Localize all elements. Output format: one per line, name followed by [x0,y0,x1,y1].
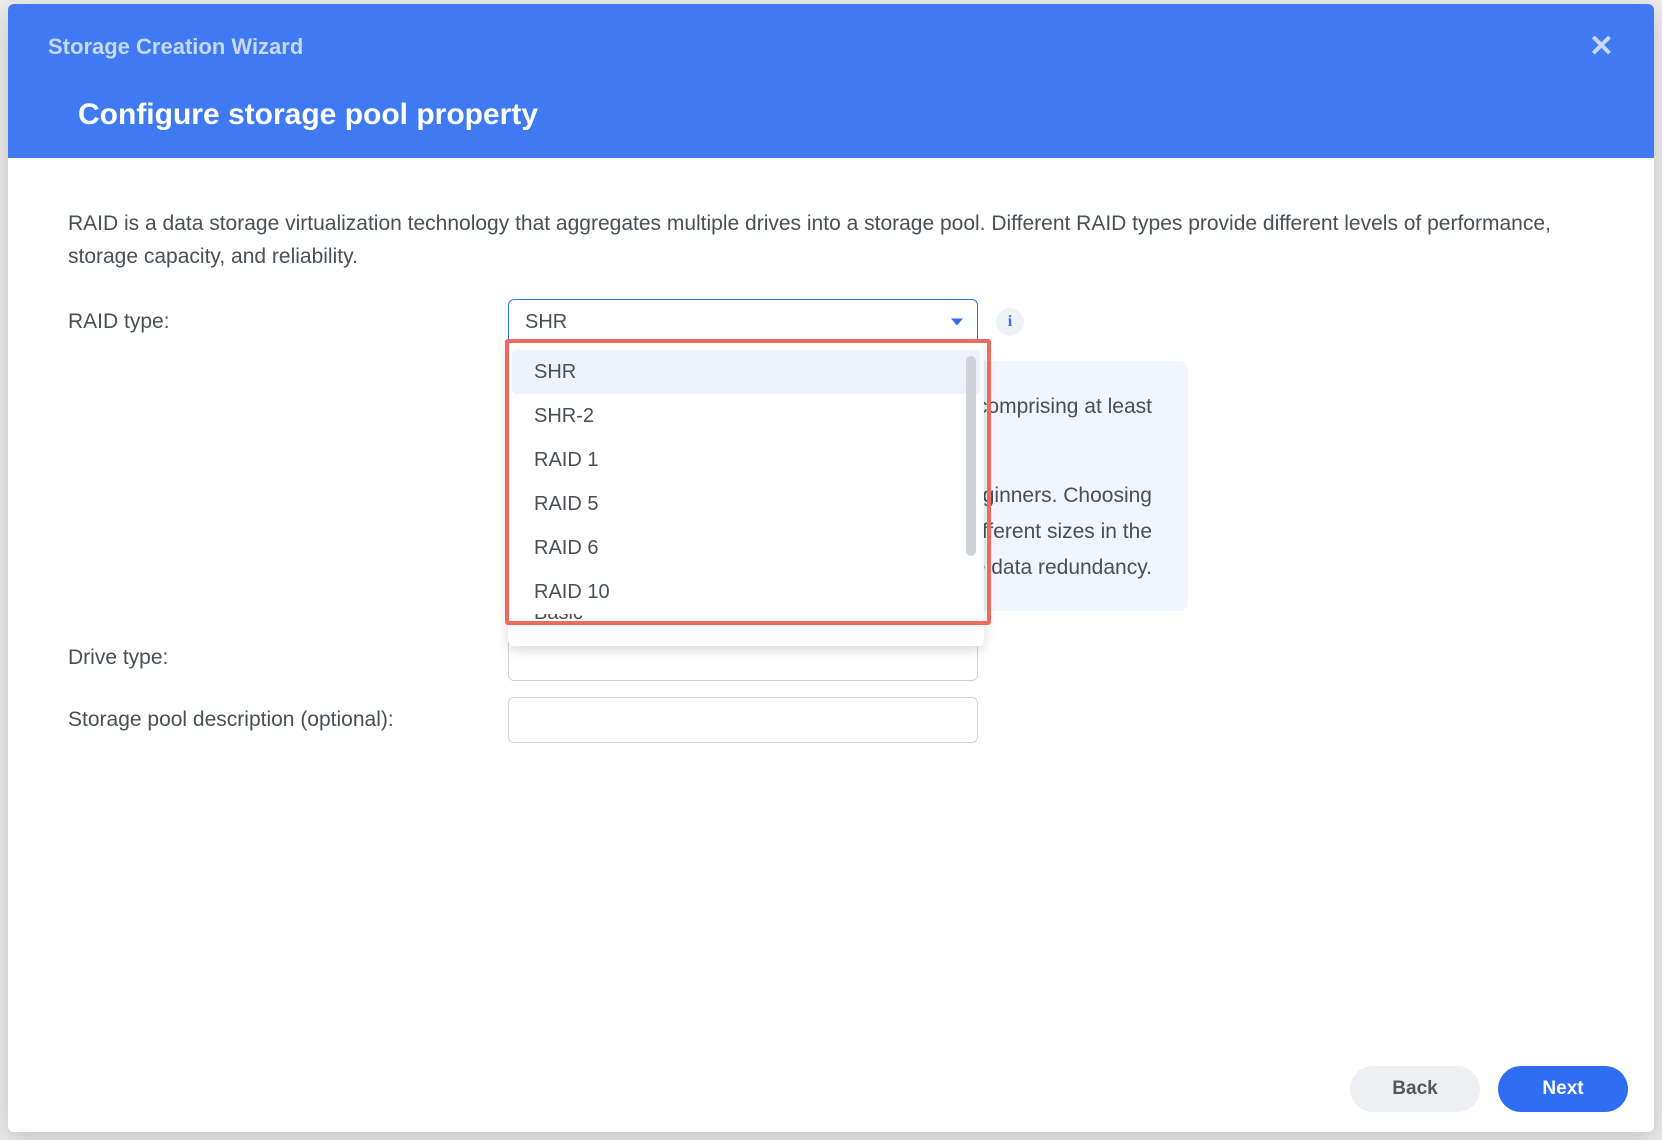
wizard-modal: Storage Creation Wizard ✕ Configure stor… [8,4,1654,1132]
info-icon[interactable]: i [996,308,1024,336]
modal-footer: Back Next [8,1046,1654,1132]
pool-description-input[interactable] [508,697,978,743]
dropdown-option-raid6[interactable]: RAID 6 [512,526,980,570]
pool-description-label: Storage pool description (optional): [68,704,508,737]
drive-type-label: Drive type: [68,642,508,675]
chevron-down-icon [951,319,963,326]
dropdown-option-raid10[interactable]: RAID 10 [512,570,980,614]
next-button[interactable]: Next [1498,1066,1628,1112]
raid-type-row: RAID type: SHR i [68,299,1594,345]
modal-header: Storage Creation Wizard ✕ Configure stor… [8,4,1654,158]
raid-type-dropdown[interactable]: SHR SHR-2 RAID 1 RAID 5 RAID 6 RAID 10 B… [508,342,984,646]
dropdown-option-raid5[interactable]: RAID 5 [512,482,980,526]
raid-type-label: RAID type: [68,306,508,339]
dropdown-option-raid1[interactable]: RAID 1 [512,438,980,482]
close-icon[interactable]: ✕ [1589,32,1614,62]
back-button[interactable]: Back [1350,1066,1480,1112]
description-text: RAID is a data storage virtualization te… [68,208,1594,273]
dropdown-option-shr2[interactable]: SHR-2 [512,394,980,438]
page-title: Configure storage pool property [78,98,1614,132]
raid-type-select[interactable]: SHR [508,299,978,345]
scrollbar[interactable] [966,356,976,556]
pool-description-row: Storage pool description (optional): [68,697,1594,743]
dropdown-option-basic[interactable]: Basic [512,614,980,642]
dropdown-option-shr[interactable]: SHR [512,350,980,394]
wizard-title: Storage Creation Wizard [48,34,303,60]
modal-body: RAID is a data storage virtualization te… [8,158,1654,1046]
raid-type-value: SHR [525,307,567,338]
